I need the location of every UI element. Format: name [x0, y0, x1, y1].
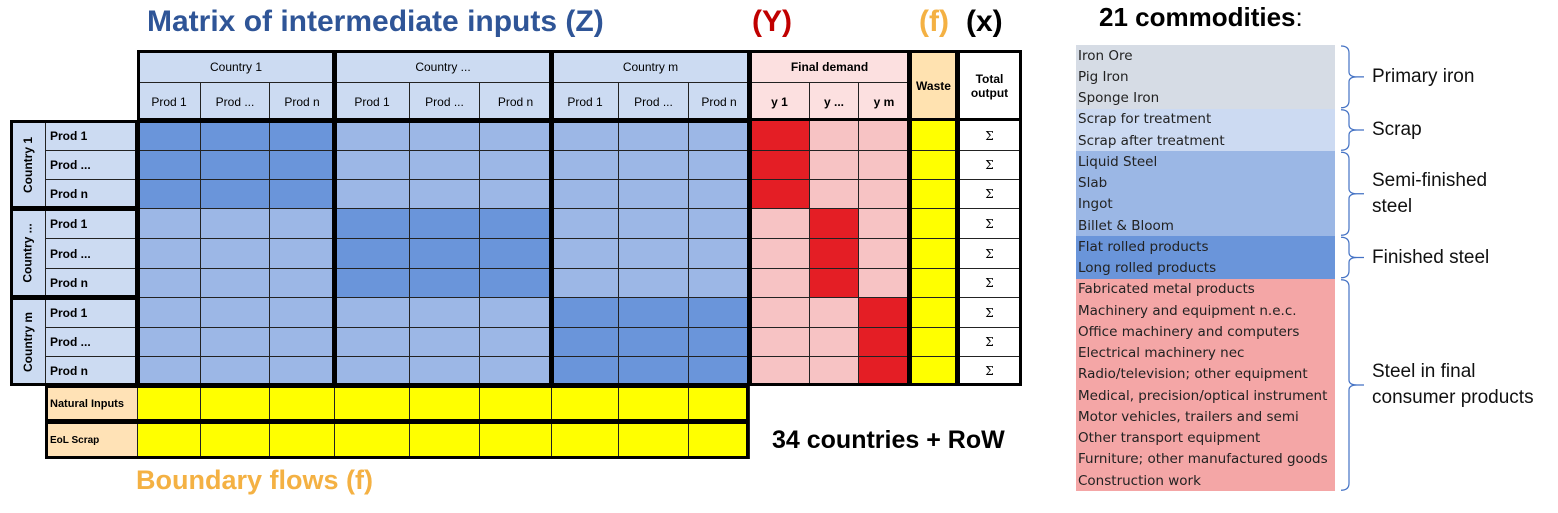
- brace-icon: [1340, 109, 1364, 151]
- brace-icon: [1340, 279, 1364, 491]
- brace-icon: [1340, 45, 1364, 109]
- group-braces: [1340, 45, 1364, 491]
- brace-icon: [1340, 236, 1364, 279]
- brace-icon: [1340, 151, 1364, 236]
